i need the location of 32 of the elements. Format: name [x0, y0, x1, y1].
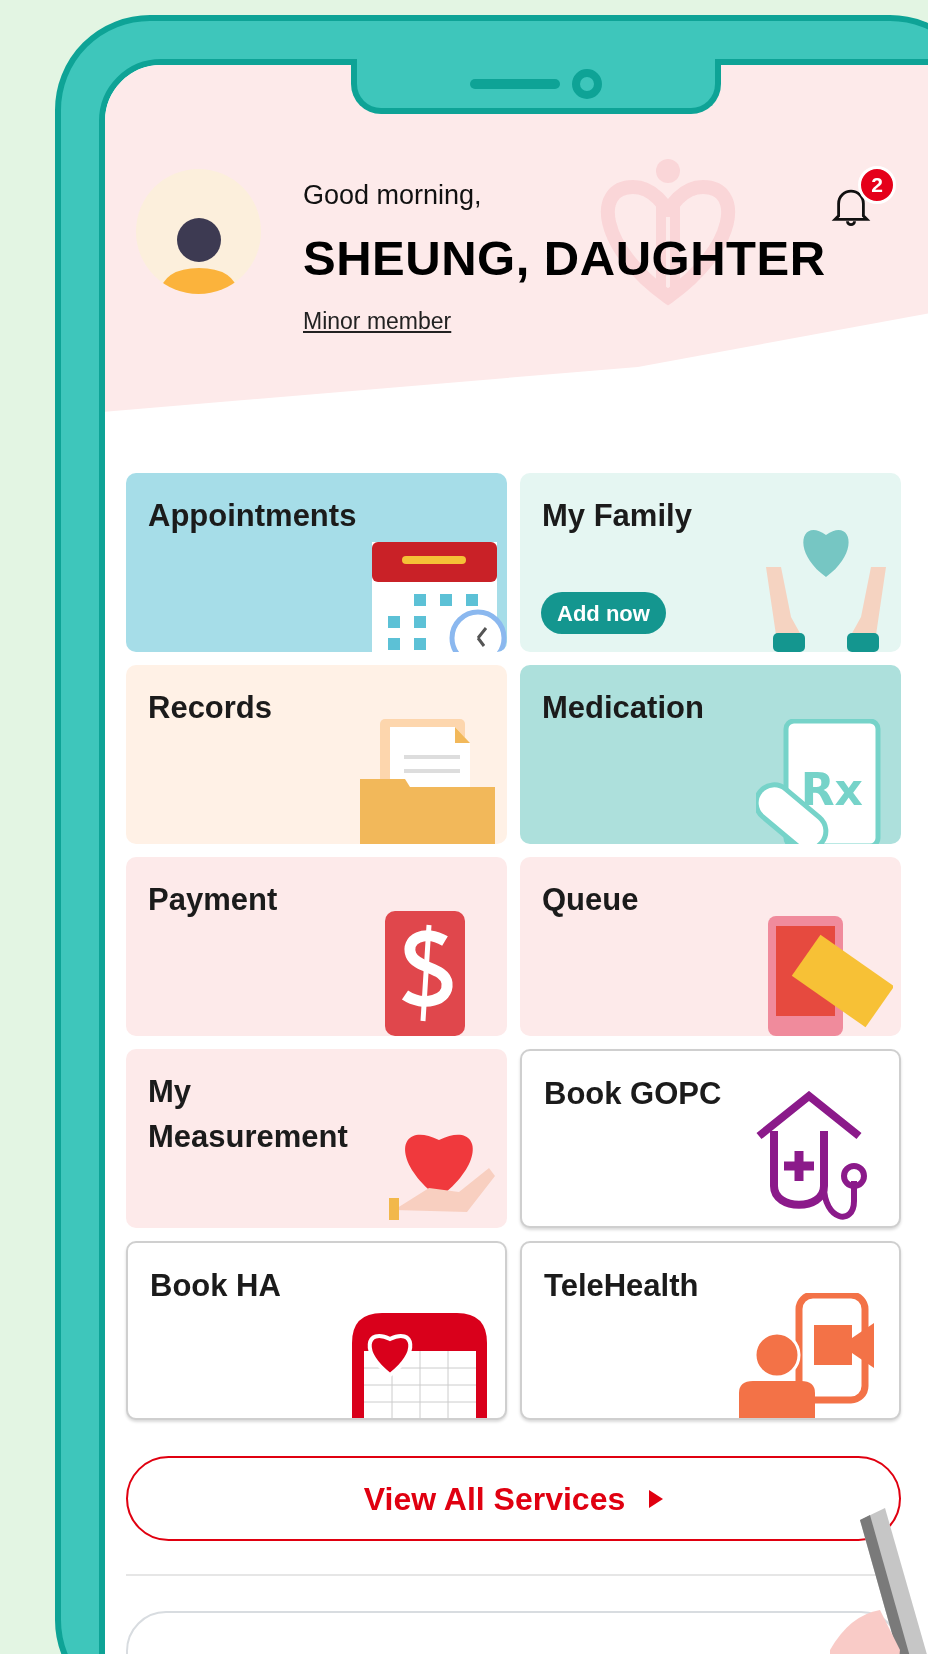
- service-tile[interactable]: Queue: [520, 857, 901, 1036]
- notification-button[interactable]: 2: [826, 166, 896, 230]
- service-tile[interactable]: Book GOPC: [520, 1049, 901, 1228]
- service-tile[interactable]: My Family Add now: [520, 473, 901, 652]
- greeting-text: Good morning,: [303, 179, 483, 211]
- service-tile[interactable]: TeleHealth: [520, 1241, 901, 1420]
- rx-symbol: Rx: [800, 768, 863, 812]
- heart-logo-calendar-icon: [352, 1313, 487, 1418]
- phone-ticket-icon: [768, 916, 893, 1036]
- tile-title: TeleHealth: [543, 1267, 700, 1305]
- prescription-pill-icon: [756, 719, 881, 844]
- tile-title: Book GOPC: [543, 1075, 723, 1113]
- tile-title: My Family: [541, 497, 693, 535]
- service-tile[interactable]: Medication Rx: [520, 665, 901, 844]
- tile-title: Records: [147, 689, 274, 727]
- member-link[interactable]: Minor member: [303, 307, 452, 335]
- tile-title: My Measurement: [147, 1073, 349, 1156]
- calendar-clock-icon: [372, 542, 507, 652]
- tile-title: Queue: [541, 881, 640, 919]
- service-tile[interactable]: Payment: [126, 857, 507, 1036]
- tile-title: Book HA: [149, 1267, 282, 1305]
- user-name: SHEUNG, DAUGHTER: [303, 231, 826, 285]
- add-now-button[interactable]: Add now: [541, 592, 666, 634]
- tile-title: Appointments: [147, 497, 358, 535]
- tile-title: Payment: [147, 881, 279, 919]
- service-tile[interactable]: Appointments: [126, 473, 507, 652]
- play-triangle-icon: [649, 1489, 664, 1508]
- service-tile[interactable]: My Measurement: [126, 1049, 507, 1228]
- tile-title: Medication: [541, 689, 705, 727]
- service-tile[interactable]: Book HA: [126, 1241, 507, 1420]
- service-tile[interactable]: Records: [126, 665, 507, 844]
- folder-document-icon: [360, 719, 495, 844]
